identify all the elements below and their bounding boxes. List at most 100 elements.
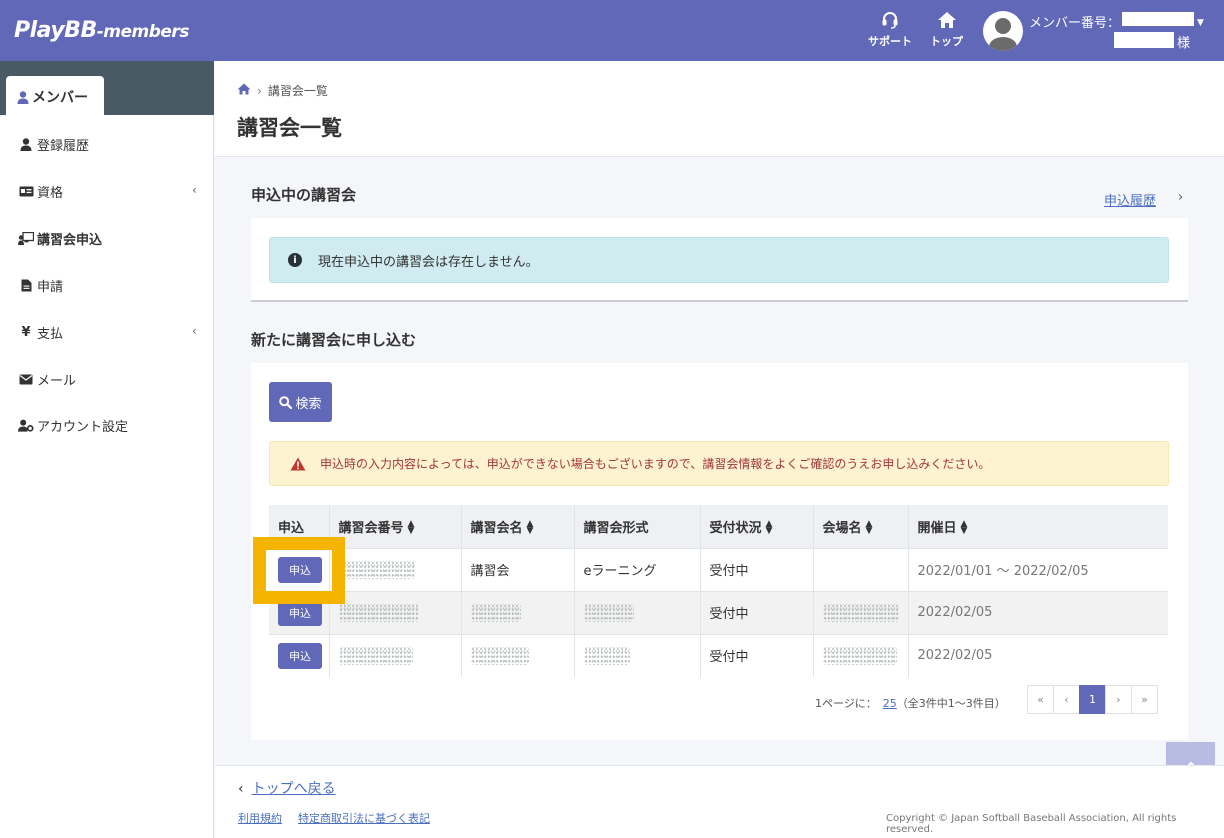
back-to-top-page[interactable]: ‹ トップへ戻る: [238, 778, 336, 798]
per-page-label: 1ページに：: [815, 697, 877, 710]
member-name-redacted: [1114, 32, 1174, 48]
per-page-control: 1ページに： 25（全3件中1〜3件目）: [815, 695, 1006, 711]
back-link[interactable]: トップへ戻る: [252, 781, 336, 797]
course-format-cell: eラーニング: [573, 547, 700, 591]
support-label: サポート: [868, 35, 912, 48]
chevron-right-icon[interactable]: ›: [1178, 190, 1183, 205]
new-application-section-title: 新たに講習会に申し込む: [251, 331, 417, 349]
redacted-text: [338, 603, 419, 622]
header-bar: PlayBB-members サポート トップ メンバー番号： ▼ 様: [0, 0, 1224, 61]
course-name-cell: [460, 633, 574, 677]
page-button-current[interactable]: 1: [1079, 685, 1106, 714]
venue-cell: [812, 547, 908, 591]
sidebar-item-label: 講習会申込: [37, 233, 103, 248]
sort-icon[interactable]: ▲ ▼: [766, 520, 773, 536]
sidebar-item-account-settings[interactable]: アカウント設定: [18, 416, 128, 435]
per-page-link[interactable]: 25: [883, 697, 897, 710]
status-cell: 受付中: [699, 633, 813, 677]
content-header: [215, 61, 1224, 157]
top-label: トップ: [930, 35, 963, 48]
col-course-name[interactable]: 講習会名 ▲ ▼: [460, 505, 574, 548]
course-format-cell: [573, 633, 700, 677]
breadcrumb: › 講習会一覧: [237, 82, 328, 99]
apply-button[interactable]: 申込: [278, 556, 322, 583]
copyright: Copyright © Japan Softball Baseball Asso…: [886, 813, 1177, 835]
sidebar-item-registration-history[interactable]: 登録履歴: [18, 135, 89, 154]
info-message: 現在申込中の講習会は存在しません。: [318, 254, 539, 270]
home-icon: [937, 12, 956, 28]
sort-icon[interactable]: ▲ ▼: [866, 520, 873, 536]
sidebar-item-qualification[interactable]: 資格: [18, 182, 63, 201]
sort-icon[interactable]: ▲ ▼: [961, 520, 968, 536]
col-course-name-label: 講習会名: [470, 520, 523, 536]
course-table: 申込 講習会番号 ▲ ▼ 講習会名 ▲ ▼ 講習会形式 受付状況 ▲ ▼ 会場名 ▲ ▼ 開催日…: [269, 505, 1168, 677]
home-icon[interactable]: [237, 83, 251, 98]
sidebar-item-course-application[interactable]: 講習会申込: [18, 229, 102, 248]
redacted-text: [338, 560, 415, 579]
sidebar-item-payment[interactable]: ¥ 支払: [18, 323, 63, 342]
warning-icon: [290, 457, 306, 470]
sort-icon[interactable]: ▲ ▼: [408, 520, 415, 536]
sort-icon[interactable]: ▲ ▼: [527, 520, 534, 536]
date-cell: 2022/01/01 〜 2022/02/05: [907, 547, 1168, 591]
sidebar-item-member[interactable]: メンバー: [6, 76, 104, 115]
search-button[interactable]: 検索: [269, 382, 332, 422]
status-cell: 受付中: [699, 590, 813, 634]
redacted-text: [822, 646, 897, 665]
col-course-number[interactable]: 講習会番号 ▲ ▼: [328, 505, 461, 548]
first-page-button[interactable]: «: [1027, 685, 1054, 714]
application-history-link[interactable]: 申込履歴: [1104, 190, 1156, 209]
col-venue[interactable]: 会場名 ▲ ▼: [812, 505, 908, 548]
last-page-button[interactable]: »: [1131, 685, 1158, 714]
avatar[interactable]: [983, 11, 1023, 51]
redacted-text: [470, 646, 529, 665]
apply-button[interactable]: 申込: [278, 642, 322, 669]
redacted-text: [583, 646, 630, 665]
yen-icon: ¥: [21, 325, 31, 340]
next-page-button[interactable]: ›: [1105, 685, 1132, 714]
terms-link[interactable]: 利用規約: [238, 812, 282, 825]
top-button[interactable]: トップ: [930, 10, 963, 49]
sidebar: メンバー: [0, 61, 214, 838]
support-button[interactable]: サポート: [868, 10, 912, 49]
sidebar-item-label: 資格: [37, 186, 64, 201]
course-name-cell: [460, 590, 574, 634]
table-row: 申込 受付中 2022/02/05: [269, 633, 1168, 677]
sidebar-item-mail[interactable]: メール: [18, 370, 76, 389]
sidebar-item-label: メール: [37, 374, 77, 389]
logo-sub: -members: [96, 22, 190, 42]
id-card-icon: [18, 186, 34, 197]
course-format-cell: [573, 590, 700, 634]
user-icon: [18, 138, 34, 151]
prev-page-button[interactable]: ‹: [1053, 685, 1080, 714]
warning-alert: 申込時の入力内容によっては、申込ができない場合もございますので、講習会情報をよく…: [269, 441, 1169, 486]
redacted-text: [338, 646, 413, 665]
caret-down-icon[interactable]: ▼: [1197, 18, 1204, 28]
col-status[interactable]: 受付状況 ▲ ▼: [699, 505, 813, 548]
page-title: 講習会一覧: [237, 116, 342, 140]
sidebar-item-request[interactable]: 申請: [18, 276, 63, 295]
venue-cell: [812, 633, 908, 677]
commerce-law-link[interactable]: 特定商取引法に基づく表記: [298, 812, 430, 825]
col-course-format: 講習会形式: [573, 505, 700, 548]
warning-message: 申込時の入力内容によっては、申込ができない場合もございますので、講習会情報をよく…: [320, 457, 991, 471]
redacted-text: [822, 603, 899, 622]
headset-icon: [882, 12, 898, 29]
table-row: 申込 受付中 2022/02/05: [269, 590, 1168, 634]
date-cell: 2022/02/05: [907, 633, 1168, 677]
apply-cell: 申込: [269, 590, 329, 634]
col-date[interactable]: 開催日 ▲ ▼: [907, 505, 1168, 548]
apply-button[interactable]: 申込: [278, 599, 322, 626]
logo[interactable]: PlayBB-members: [14, 18, 189, 43]
logo-main: PlayBB: [14, 18, 97, 43]
chevron-left-icon[interactable]: ‹: [192, 324, 197, 338]
chevron-left-icon[interactable]: ‹: [192, 183, 197, 197]
range-text: （全3件中1〜3件目）: [896, 697, 1006, 710]
apply-cell: 申込: [269, 547, 329, 591]
user-avatar-icon: [989, 18, 1017, 51]
course-number-cell: [328, 547, 461, 591]
info-alert: i 現在申込中の講習会は存在しません。: [269, 237, 1169, 283]
redacted-text: [470, 603, 521, 622]
col-course-number-label: 講習会番号: [338, 520, 404, 536]
member-number-label: メンバー番号：: [1029, 16, 1121, 31]
